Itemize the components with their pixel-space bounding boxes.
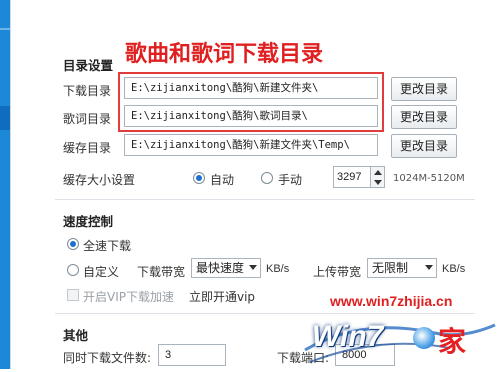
chevron-down-icon xyxy=(425,265,433,270)
vip-accelerate-label: 开启VIP下载加速 xyxy=(83,290,174,304)
cache-dir-change-button[interactable]: 更改目录 xyxy=(391,134,457,158)
cache-size-manual-radio[interactable] xyxy=(261,172,273,184)
vip-open-link[interactable]: 立即开通vip xyxy=(189,288,255,305)
watermark-logo: Win7 家 xyxy=(300,310,500,369)
full-speed-label: 全速下载 xyxy=(83,239,132,253)
download-bandwidth-label: 下载带宽 xyxy=(137,265,186,279)
spin-down-icon[interactable] xyxy=(374,180,382,185)
watermark-url: www.win7zhijia.cn xyxy=(330,293,453,309)
divider xyxy=(10,0,11,369)
cache-size-auto-radio[interactable] xyxy=(193,172,205,184)
section-title-directory: 目录设置 xyxy=(63,58,114,73)
cache-dir-field[interactable]: E:\zijianxitong\酷狗\新建文件夹\Temp\ xyxy=(124,134,378,156)
lyrics-dir-label: 歌词目录 xyxy=(63,112,112,126)
upload-bandwidth-label: 上传带宽 xyxy=(313,265,362,279)
section-divider xyxy=(55,199,475,200)
custom-speed-radio[interactable] xyxy=(67,264,79,276)
annotation-caption: 歌曲和歌词下载目录 xyxy=(125,41,324,67)
simultaneous-downloads-label: 同时下载文件数: xyxy=(63,351,152,365)
download-dir-change-button[interactable]: 更改目录 xyxy=(391,77,457,101)
section-title-speed: 速度控制 xyxy=(63,214,114,229)
section-title-other: 其他 xyxy=(63,328,89,343)
upload-bandwidth-value: 无限制 xyxy=(372,261,409,275)
download-bandwidth-select[interactable]: 最快速度 xyxy=(191,258,261,278)
upload-bandwidth-unit: KB/s xyxy=(442,263,466,275)
cache-size-input[interactable]: 3297 xyxy=(333,166,371,188)
cache-size-label: 缓存大小设置 xyxy=(63,173,136,187)
custom-speed-label: 自定义 xyxy=(83,265,120,279)
download-dir-label: 下载目录 xyxy=(63,84,112,98)
cache-size-spinner[interactable] xyxy=(371,166,385,188)
download-bandwidth-value: 最快速度 xyxy=(196,261,245,275)
full-speed-radio[interactable] xyxy=(67,238,79,250)
sidebar xyxy=(0,0,10,369)
cache-size-range: 1024M-5120M xyxy=(393,173,465,184)
sidebar-indicator xyxy=(0,28,10,30)
watermark-brand: Win7 xyxy=(312,320,384,353)
vip-accelerate-checkbox[interactable] xyxy=(67,289,79,301)
cache-size-manual-label: 手动 xyxy=(278,173,303,187)
cache-size-auto-label: 自动 xyxy=(210,173,235,187)
watermark-suffix: 家 xyxy=(438,325,467,358)
download-bandwidth-unit: KB/s xyxy=(266,263,290,275)
highlight-box xyxy=(118,72,384,132)
cache-dir-label: 缓存目录 xyxy=(63,141,112,155)
lyrics-dir-change-button[interactable]: 更改目录 xyxy=(391,105,457,129)
sidebar-item-selected[interactable] xyxy=(0,106,10,130)
upload-bandwidth-select[interactable]: 无限制 xyxy=(367,258,437,278)
spin-up-icon[interactable] xyxy=(374,170,382,175)
chevron-down-icon xyxy=(249,265,257,270)
simultaneous-downloads-input[interactable]: 3 xyxy=(158,344,226,366)
windows-orb-icon xyxy=(413,327,435,349)
